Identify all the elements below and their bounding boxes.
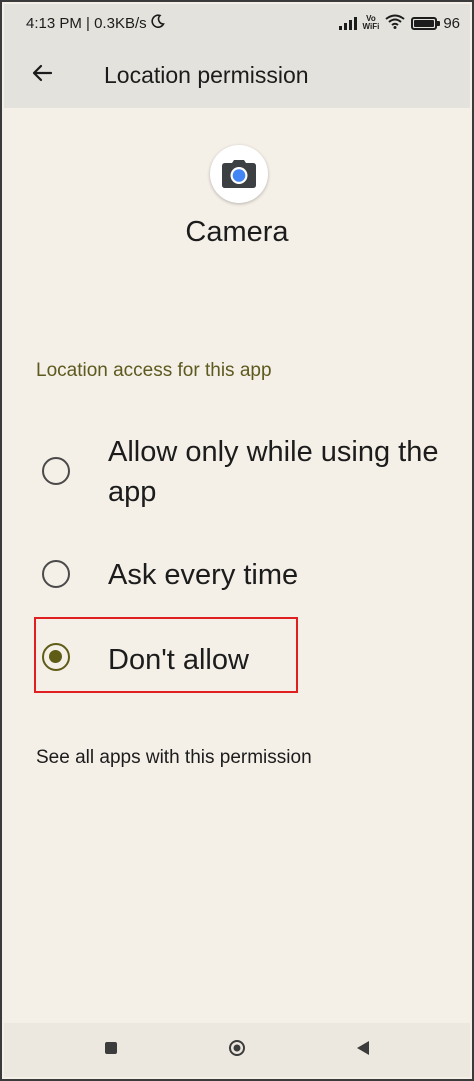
circle-icon [228, 1039, 246, 1062]
square-icon [104, 1041, 118, 1060]
status-time: 4:13 PM | 0.3KB/s [26, 14, 147, 32]
top-app-bar: Location permission [4, 42, 470, 108]
nav-back-button[interactable] [343, 1030, 383, 1070]
status-right: Vo WiFi 96 [338, 14, 460, 33]
radio-button[interactable] [42, 457, 70, 485]
battery-fill [414, 19, 434, 27]
status-left: 4:13 PM | 0.3KB/s [26, 14, 165, 32]
battery-percent: 96 [443, 14, 460, 32]
nav-recents-button[interactable] [91, 1030, 131, 1070]
page-title: Location permission [104, 61, 309, 88]
highlight-box [34, 617, 298, 693]
option-ask-every-time[interactable]: Ask every time [4, 542, 470, 608]
section-title: Location access for this app [36, 360, 272, 381]
wifi-icon [385, 14, 405, 33]
signal-icon [338, 16, 357, 30]
navigation-bar [4, 1023, 470, 1077]
triangle-icon [356, 1040, 370, 1061]
battery-icon [411, 16, 441, 30]
radio-button[interactable] [42, 560, 70, 588]
option-allow-while-using[interactable]: Allow only while using the app [4, 430, 470, 514]
back-button[interactable] [14, 47, 70, 103]
see-all-apps-link[interactable]: See all apps with this permission [36, 747, 312, 769]
option-label: Allow only while using the app [108, 436, 439, 508]
screen-frame: 4:13 PM | 0.3KB/s Vo WiFi 96 Location pe… [0, 0, 474, 1081]
option-label: Ask every time [108, 559, 299, 591]
app-name: Camera [185, 216, 289, 248]
arrow-left-icon [30, 61, 54, 90]
nav-home-button[interactable] [217, 1030, 257, 1070]
vowifi-indicator: Vo WiFi [362, 14, 380, 31]
status-bar: 4:13 PM | 0.3KB/s Vo WiFi 96 [4, 4, 470, 42]
moon-icon [151, 14, 165, 32]
camera-icon [210, 145, 268, 203]
